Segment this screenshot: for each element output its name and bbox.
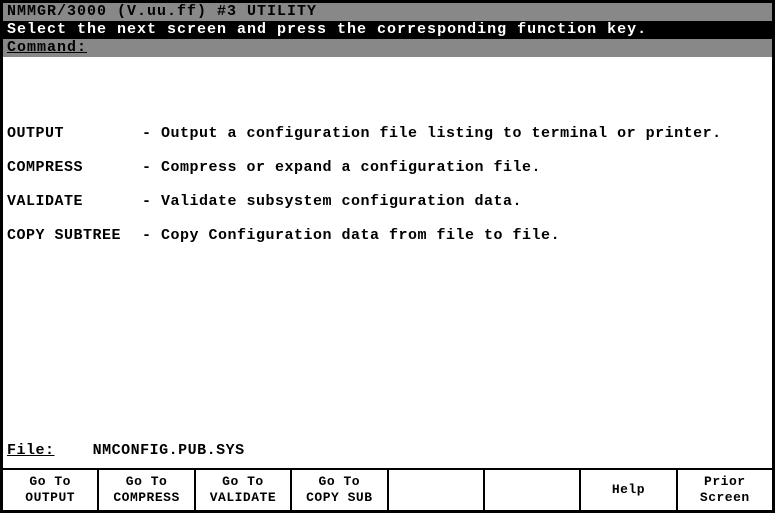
fkey-line2: COPY SUB [306, 490, 372, 506]
instruction-line: Select the next screen and press the cor… [3, 21, 772, 39]
fkey-line1: Prior [704, 474, 746, 490]
fkey-f3-validate[interactable]: Go To VALIDATE [196, 470, 292, 510]
fkey-line2: COMPRESS [113, 490, 179, 506]
fkey-f6-blank[interactable] [485, 470, 581, 510]
option-desc: - Validate subsystem configuration data. [142, 193, 768, 211]
command-input[interactable] [87, 39, 768, 57]
option-desc: - Compress or expand a configuration fil… [142, 159, 768, 177]
fkey-f4-copy-sub[interactable]: Go To COPY SUB [292, 470, 388, 510]
file-label: File: [7, 442, 55, 459]
fkey-line1: Go To [319, 474, 361, 490]
fkey-f7-help[interactable]: Help [581, 470, 677, 510]
fkey-line2: VALIDATE [210, 490, 276, 506]
file-value: NMCONFIG.PUB.SYS [93, 442, 245, 459]
option-name: COMPRESS [7, 159, 142, 177]
fkey-line2: OUTPUT [25, 490, 75, 506]
option-row-copy-subtree: COPY SUBTREE - Copy Configuration data f… [7, 227, 768, 245]
file-line: File: NMCONFIG.PUB.SYS [3, 438, 772, 468]
option-row-validate: VALIDATE - Validate subsystem configurat… [7, 193, 768, 211]
option-desc: - Copy Configuration data from file to f… [142, 227, 768, 245]
header-block: NMMGR/3000 (V.uu.ff) #3 UTILITY Select t… [3, 3, 772, 57]
fkey-f5-blank[interactable] [389, 470, 485, 510]
fkey-f2-compress[interactable]: Go To COMPRESS [99, 470, 195, 510]
fkey-f1-output[interactable]: Go To OUTPUT [3, 470, 99, 510]
main-area: OUTPUT - Output a configuration file lis… [3, 57, 772, 438]
fkey-line1: Go To [222, 474, 264, 490]
option-name: COPY SUBTREE [7, 227, 142, 245]
fkey-line1: Help [612, 482, 645, 498]
option-desc: - Output a configuration file listing to… [142, 125, 768, 143]
fkey-line2: Screen [700, 490, 750, 506]
function-key-bar: Go To OUTPUT Go To COMPRESS Go To VALIDA… [3, 468, 772, 510]
command-label: Command: [7, 39, 87, 57]
command-line: Command: [3, 39, 772, 57]
window-title: NMMGR/3000 (V.uu.ff) #3 UTILITY [3, 3, 772, 21]
option-row-output: OUTPUT - Output a configuration file lis… [7, 125, 768, 143]
fkey-line1: Go To [126, 474, 168, 490]
option-name: OUTPUT [7, 125, 142, 143]
fkey-f8-prior-screen[interactable]: Prior Screen [678, 470, 772, 510]
fkey-line1: Go To [29, 474, 71, 490]
option-name: VALIDATE [7, 193, 142, 211]
option-row-compress: COMPRESS - Compress or expand a configur… [7, 159, 768, 177]
